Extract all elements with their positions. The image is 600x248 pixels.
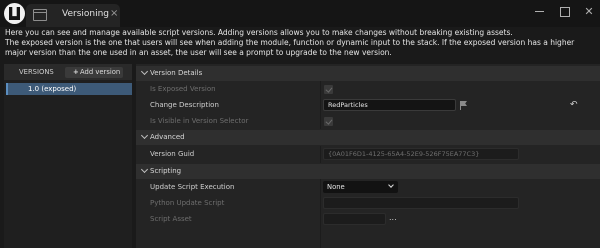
section-version-details[interactable]: Version Details xyxy=(136,66,600,81)
column-divider[interactable] xyxy=(320,179,321,248)
version-guid-field[interactable]: {0A01F6D1-4125-65A4-52E9-526F75EA77C3} xyxy=(323,148,519,160)
column-divider[interactable] xyxy=(320,146,321,163)
tab-versioning[interactable]: Versioning × xyxy=(26,4,120,27)
section-title: Version Details xyxy=(150,69,203,77)
script-asset-field[interactable] xyxy=(323,213,386,225)
property-label: Is Visible in Version Selector xyxy=(150,117,249,125)
window-icon xyxy=(33,9,47,21)
row-script-asset: Script Asset ... xyxy=(136,212,600,228)
property-label: Version Guid xyxy=(150,150,195,158)
section-title: Scripting xyxy=(150,167,182,175)
chevron-down-icon xyxy=(141,69,149,77)
row-visible-in-version-selector: Is Visible in Version Selector xyxy=(136,114,600,130)
change-description-input[interactable]: RedParticles xyxy=(323,99,456,111)
section-title: Advanced xyxy=(150,133,185,141)
maximize-button[interactable] xyxy=(558,5,572,19)
details-panel: Version Details Is Exposed Version Chang… xyxy=(136,64,600,248)
browse-button[interactable]: ... xyxy=(389,213,397,222)
property-label: Change Description xyxy=(150,101,219,109)
flag-icon[interactable] xyxy=(459,101,468,110)
versions-header-label: VERSIONS xyxy=(19,68,54,76)
versions-header: VERSIONS + Add version xyxy=(4,64,132,80)
property-label: Script Asset xyxy=(150,215,192,223)
column-divider[interactable] xyxy=(320,81,321,129)
plus-icon: + xyxy=(73,68,79,76)
property-label: Is Exposed Version xyxy=(150,85,216,93)
property-label: Update Script Execution xyxy=(150,183,235,191)
visible-in-selector-checkbox[interactable] xyxy=(324,117,333,126)
row-change-description: Change Description RedParticles ↶ xyxy=(136,98,600,114)
chevron-down-icon xyxy=(141,133,149,141)
version-item-label: 1.0 (exposed) xyxy=(28,85,77,93)
dropdown-value: None xyxy=(327,183,345,191)
section-scripting[interactable]: Scripting xyxy=(136,164,600,179)
tab-title: Versioning xyxy=(62,9,110,19)
versions-panel: VERSIONS + Add version 1.0 (exposed) xyxy=(4,64,132,248)
reset-to-default-icon[interactable]: ↶ xyxy=(570,100,578,110)
description-line-2: The exposed version is the one that user… xyxy=(5,38,575,58)
description-line-1: Here you can see and manage available sc… xyxy=(5,28,513,37)
version-list-item[interactable]: 1.0 (exposed) xyxy=(6,83,132,95)
row-version-guid: Version Guid {0A01F6D1-4125-65A4-52E9-52… xyxy=(136,147,600,163)
tab-close-icon[interactable]: × xyxy=(110,9,118,19)
chevron-down-icon xyxy=(141,167,149,175)
update-script-execution-dropdown[interactable]: None xyxy=(323,181,398,193)
property-label: Python Update Script xyxy=(150,199,225,207)
row-is-exposed-version: Is Exposed Version xyxy=(136,82,600,98)
minimize-button[interactable] xyxy=(533,5,547,19)
versioning-description: Here you can see and manage available sc… xyxy=(5,28,597,59)
row-python-update-script: Python Update Script xyxy=(136,196,600,212)
chevron-down-icon xyxy=(388,182,394,188)
title-bar: Versioning × ✕ xyxy=(0,0,600,27)
add-version-button[interactable]: + Add version xyxy=(65,67,123,78)
close-window-button[interactable]: ✕ xyxy=(582,5,596,19)
section-advanced[interactable]: Advanced xyxy=(136,130,600,145)
is-exposed-version-checkbox[interactable] xyxy=(324,85,333,94)
row-update-script-execution: Update Script Execution None xyxy=(136,180,600,196)
add-version-label: Add version xyxy=(80,68,121,76)
unreal-logo-icon xyxy=(4,3,25,24)
python-update-script-input[interactable] xyxy=(323,197,519,209)
